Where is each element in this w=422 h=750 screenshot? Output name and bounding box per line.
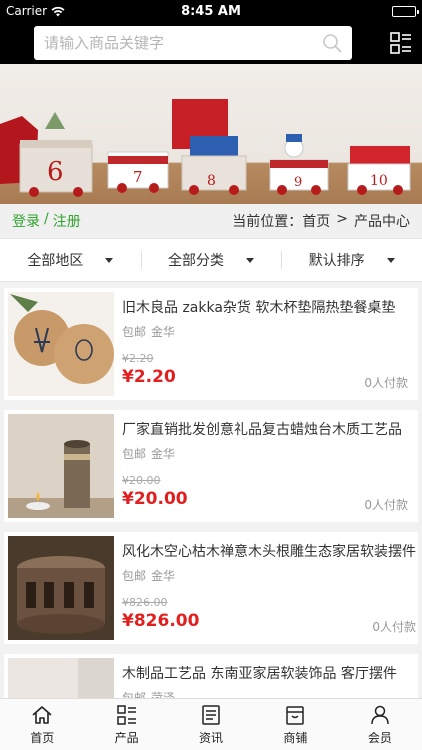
breadcrumb-label: 当前位置： <box>232 214 303 230</box>
tab-member-label: 会员 <box>367 730 392 745</box>
location-bar: 登录 / 注册 当前位置： 首页 > 产品中心 <box>0 204 422 238</box>
product-title[interactable]: 旧木良品 zakka杂货 软木杯垫隔热垫餐桌垫 <box>122 298 408 318</box>
product-card[interactable]: 旧木良品 zakka杂货 软木杯垫隔热垫餐桌垫 包邮 金华 ¥2.20 ¥2.2… <box>4 288 418 400</box>
filter-category-label: 全部分类 <box>168 253 224 269</box>
product-thumbnail[interactable] <box>8 536 114 640</box>
filter-sort[interactable]: 默认排序 <box>281 239 422 281</box>
auth-links: 登录 / 注册 <box>12 211 81 231</box>
breadcrumb: 当前位置： 首页 > 产品中心 <box>232 211 410 231</box>
tab-products-label: 产品 <box>114 730 139 745</box>
filter-sort-label: 默认排序 <box>308 253 365 269</box>
product-card[interactable]: 风化木空心枯木禅意木头根雕生态家居软装摆件 包邮 金华 ¥826.00 ¥826… <box>4 532 418 644</box>
app-screen: Carrier 8:45 AM 请输入商品关键字 6 7 8 9 10 登录 /… <box>0 0 422 750</box>
svg-text:7: 7 <box>133 168 143 186</box>
filter-category[interactable]: 全部分类 <box>140 239 282 281</box>
header <box>0 22 422 64</box>
shipping-tag: 包邮 <box>122 447 147 461</box>
grid-list-icon <box>116 704 136 725</box>
product-meta: 包邮 金华 <box>122 567 416 584</box>
chevron-down-icon <box>386 257 395 263</box>
current-price: ¥2.20 <box>122 367 176 387</box>
product-meta: 包邮 金华 <box>122 445 408 462</box>
tab-store[interactable]: 商铺 <box>253 699 337 750</box>
banner-image: 6 7 8 9 10 <box>0 99 411 197</box>
breadcrumb-home[interactable]: 首页 <box>302 211 330 231</box>
svg-text:8: 8 <box>207 173 216 189</box>
original-price: ¥20.00 <box>122 474 161 487</box>
product-location: 金华 <box>151 325 176 339</box>
user-icon <box>371 705 389 724</box>
search-icon[interactable] <box>322 33 342 53</box>
tab-member[interactable]: 会员 <box>338 699 422 750</box>
svg-text:10: 10 <box>370 173 388 189</box>
sales-count: 0人付款 <box>364 498 408 512</box>
tab-store-label: 商铺 <box>283 730 308 745</box>
chevron-down-icon <box>246 257 254 263</box>
bottom-tab-bar: 首页 产品 资讯 商铺 会员 <box>0 698 422 750</box>
current-price: ¥20.00 <box>122 489 188 509</box>
tab-home-label: 首页 <box>30 730 55 745</box>
sales-count: 0人付款 <box>364 376 408 390</box>
product-card[interactable]: 厂家直销批发创意礼品复古蜡烛台木质工艺品 包邮 金华 ¥20.00 ¥20.00… <box>4 410 418 522</box>
wagon-7: 7 <box>107 151 169 193</box>
filter-region-label: 全部地区 <box>27 253 84 269</box>
product-thumbnail[interactable] <box>8 414 114 518</box>
search-input[interactable] <box>44 34 322 52</box>
product-info: 厂家直销批发创意礼品复古蜡烛台木质工艺品 包邮 金华 ¥20.00 ¥20.00… <box>114 414 414 518</box>
clock: 8:45 AM <box>181 3 241 19</box>
product-info: 旧木良品 zakka杂货 软木杯垫隔热垫餐桌垫 包邮 金华 ¥2.20 ¥2.2… <box>114 292 414 396</box>
auth-separator: / <box>44 211 49 227</box>
tab-home[interactable]: 首页 <box>0 699 84 750</box>
home-icon <box>32 705 52 724</box>
shipping-tag: 包邮 <box>122 569 147 583</box>
current-price: ¥826.00 <box>122 611 200 631</box>
svg-text:6: 6 <box>47 157 64 187</box>
sales-count: 0人付款 <box>372 620 416 634</box>
login-link[interactable]: 登录 <box>12 211 40 231</box>
original-price: ¥2.20 <box>122 352 154 365</box>
battery-icon <box>392 5 419 17</box>
register-link[interactable]: 注册 <box>53 211 81 231</box>
product-title[interactable]: 风化木空心枯木禅意木头根雕生态家居软装摆件 <box>122 542 416 562</box>
shipping-tag: 包邮 <box>122 325 147 339</box>
filter-bar: 全部地区 全部分类 默认排序 <box>0 238 422 282</box>
search-bar[interactable] <box>34 26 352 60</box>
product-location: 金华 <box>151 569 176 583</box>
tab-news-label: 资讯 <box>199 730 224 745</box>
tab-products[interactable]: 产品 <box>84 699 168 750</box>
promo-banner[interactable]: 6 7 8 9 10 <box>0 64 422 204</box>
original-price: ¥826.00 <box>122 596 168 609</box>
breadcrumb-arrow: > <box>336 211 348 227</box>
tab-news[interactable]: 资讯 <box>169 699 253 750</box>
wagon-9: 9 <box>269 134 329 195</box>
store-icon <box>286 705 305 725</box>
wagon-10: 10 <box>347 146 411 195</box>
news-icon <box>202 704 220 725</box>
product-thumbnail[interactable] <box>8 292 114 396</box>
product-list: 旧木良品 zakka杂货 软木杯垫隔热垫餐桌垫 包邮 金华 ¥2.20 ¥2.2… <box>0 282 422 750</box>
product-title[interactable]: 木制品工艺品 东南亚家居软装饰品 客厅摆件 <box>122 664 408 684</box>
product-title[interactable]: 厂家直销批发创意礼品复古蜡烛台木质工艺品 <box>122 420 408 440</box>
status-bar: Carrier 8:45 AM <box>0 0 422 22</box>
product-meta: 包邮 金华 <box>122 323 408 340</box>
wagon-8: 8 <box>172 99 247 195</box>
chevron-down-icon <box>105 257 114 263</box>
svg-text:9: 9 <box>294 175 302 190</box>
product-info: 风化木空心枯木禅意木头根雕生态家居软装摆件 包邮 金华 ¥826.00 ¥826… <box>114 536 422 640</box>
filter-region[interactable]: 全部地区 <box>0 239 141 281</box>
product-location: 金华 <box>151 447 176 461</box>
category-menu-icon[interactable] <box>390 32 412 54</box>
breadcrumb-current: 产品中心 <box>354 214 410 230</box>
